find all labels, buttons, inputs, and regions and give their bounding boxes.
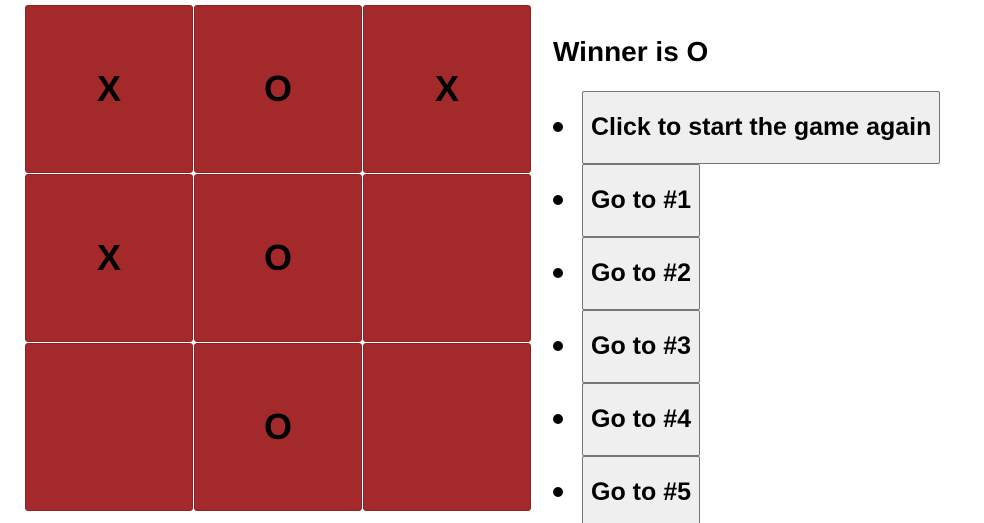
go-to-move-4-button[interactable]: Go to #4	[582, 383, 701, 456]
board-square-2[interactable]: O	[194, 5, 362, 173]
board-square-9[interactable]	[363, 343, 531, 511]
go-to-move-5-button[interactable]: Go to #5	[582, 456, 701, 523]
bullet-icon	[553, 414, 563, 424]
bullet-icon	[553, 268, 563, 278]
restart-game-button[interactable]: Click to start the game again	[582, 91, 941, 164]
board-square-5[interactable]: O	[194, 174, 362, 342]
bullet-icon	[553, 195, 563, 205]
game-info-panel: Winner is O Click to start the game agai…	[553, 0, 984, 523]
go-to-move-1-button[interactable]: Go to #1	[582, 164, 701, 237]
go-to-move-3-button[interactable]: Go to #3	[582, 310, 701, 383]
bullet-icon	[553, 487, 563, 497]
game-status: Winner is O	[553, 36, 709, 67]
board-square-1[interactable]: X	[25, 5, 193, 173]
board-square-4[interactable]: X	[25, 174, 193, 342]
board-square-8[interactable]: O	[194, 343, 362, 511]
tic-tac-toe-game: X O X X O O Winner is O Click to start t…	[0, 0, 984, 523]
board-square-3[interactable]: X	[363, 5, 531, 173]
go-to-move-2-button[interactable]: Go to #2	[582, 237, 701, 310]
board-square-6[interactable]	[363, 174, 531, 342]
game-board: X O X X O O	[25, 5, 533, 513]
bullet-icon	[553, 122, 563, 132]
board-square-7[interactable]	[25, 343, 193, 511]
bullet-icon	[553, 341, 563, 351]
